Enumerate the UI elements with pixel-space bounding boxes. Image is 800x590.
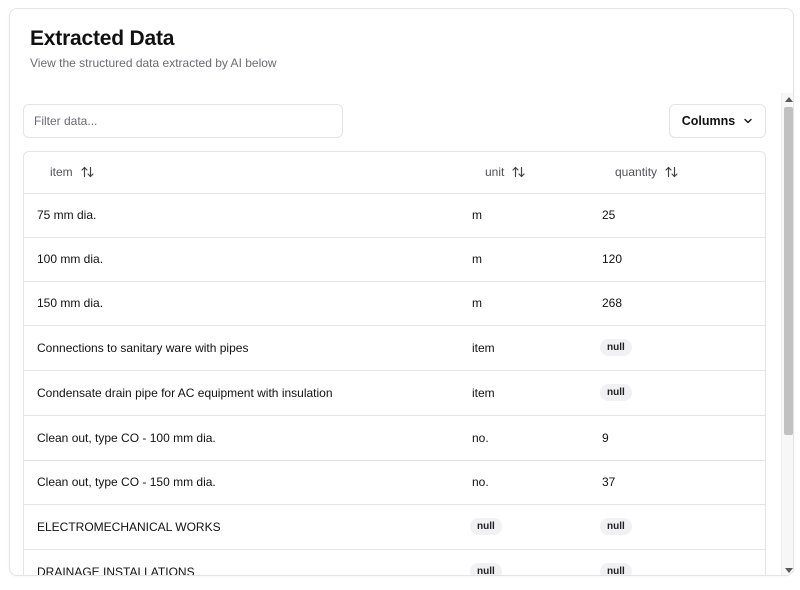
table-row: Clean out, type CO - 100 mm dia. no. 9 — [24, 415, 765, 460]
filter-input[interactable] — [23, 104, 343, 138]
cell-quantity: null — [600, 504, 765, 549]
table-row: Clean out, type CO - 150 mm dia. no. 37 — [24, 460, 765, 504]
column-header-quantity: quantity — [602, 152, 765, 193]
column-header-unit: unit — [472, 152, 602, 193]
scroll-area: Columns item — [10, 93, 781, 576]
extracted-data-card: Extracted Data View the structured data … — [9, 8, 794, 576]
column-label: unit — [485, 165, 505, 180]
sort-arrows-icon — [665, 167, 678, 178]
cell-quantity: null — [600, 370, 765, 415]
null-badge: null — [600, 563, 632, 575]
cell-unit: item — [472, 340, 495, 355]
table-header-row: item unit quantity — [24, 152, 765, 193]
table-row: Condensate drain pipe for AC equipment w… — [24, 370, 765, 415]
cell-quantity: null — [600, 549, 765, 575]
sort-quantity-button[interactable]: quantity — [615, 165, 678, 179]
scroll-down-arrow-icon[interactable] — [785, 568, 793, 573]
table-row: 75 mm dia. m 25 — [24, 193, 765, 237]
sort-arrows-icon — [512, 167, 525, 178]
sort-item-button[interactable]: item — [50, 165, 94, 179]
column-header-item: item — [24, 152, 472, 193]
cell-item: 100 mm dia. — [37, 252, 104, 266]
cell-quantity: 25 — [602, 208, 616, 222]
null-badge: null — [470, 563, 502, 575]
column-label: quantity — [615, 165, 658, 180]
page-title: Extracted Data — [30, 27, 175, 50]
cell-quantity: 268 — [602, 296, 623, 310]
null-badge: null — [600, 518, 632, 535]
cell-unit: m — [472, 208, 482, 222]
table-row: Connections to sanitary ware with pipes … — [24, 325, 765, 370]
table-row: 150 mm dia. m 268 — [24, 281, 765, 325]
cell-quantity: null — [600, 325, 765, 370]
cell-item: DRAINAGE INSTALLATIONS — [37, 564, 195, 576]
cell-item: Condensate drain pipe for AC equipment w… — [37, 385, 333, 400]
vertical-scrollbar[interactable] — [781, 93, 793, 575]
cell-quantity: 120 — [602, 252, 623, 266]
cell-unit: no. — [472, 430, 489, 445]
scrollbar-thumb[interactable] — [784, 107, 793, 435]
null-badge: null — [470, 518, 502, 535]
cell-quantity: 9 — [602, 430, 609, 445]
table-row: 100 mm dia. m 120 — [24, 237, 765, 281]
sort-arrows-icon — [81, 167, 94, 178]
cell-unit: item — [472, 385, 495, 400]
columns-button[interactable]: Columns — [669, 104, 766, 138]
cell-item: Clean out, type CO - 150 mm dia. — [37, 475, 216, 489]
cell-unit: m — [472, 296, 482, 310]
cell-item: 150 mm dia. — [37, 296, 104, 310]
chevron-down-icon — [744, 118, 752, 124]
table-row: DRAINAGE INSTALLATIONS null null — [24, 549, 765, 576]
null-badge: null — [600, 339, 632, 356]
table-row: ELECTROMECHANICAL WORKS null null — [24, 504, 765, 549]
cell-quantity: 37 — [602, 475, 616, 489]
scroll-up-arrow-icon[interactable] — [785, 97, 793, 102]
cell-item: Connections to sanitary ware with pipes — [37, 340, 249, 355]
page-subtitle: View the structured data extracted by AI… — [30, 56, 277, 70]
columns-button-label: Columns — [681, 114, 736, 128]
cell-item: 75 mm dia. — [37, 208, 97, 222]
cell-unit: m — [472, 252, 482, 266]
sort-unit-button[interactable]: unit — [485, 165, 525, 179]
data-table: item unit quantity 75 mm dia. m 25 100 m… — [23, 151, 766, 576]
cell-unit: null — [470, 549, 602, 575]
cell-unit: no. — [472, 475, 489, 489]
column-label: item — [50, 165, 73, 180]
cell-item: ELECTROMECHANICAL WORKS — [37, 519, 221, 534]
cell-item: Clean out, type CO - 100 mm dia. — [37, 430, 216, 445]
null-badge: null — [600, 384, 632, 401]
cell-unit: null — [470, 504, 602, 549]
